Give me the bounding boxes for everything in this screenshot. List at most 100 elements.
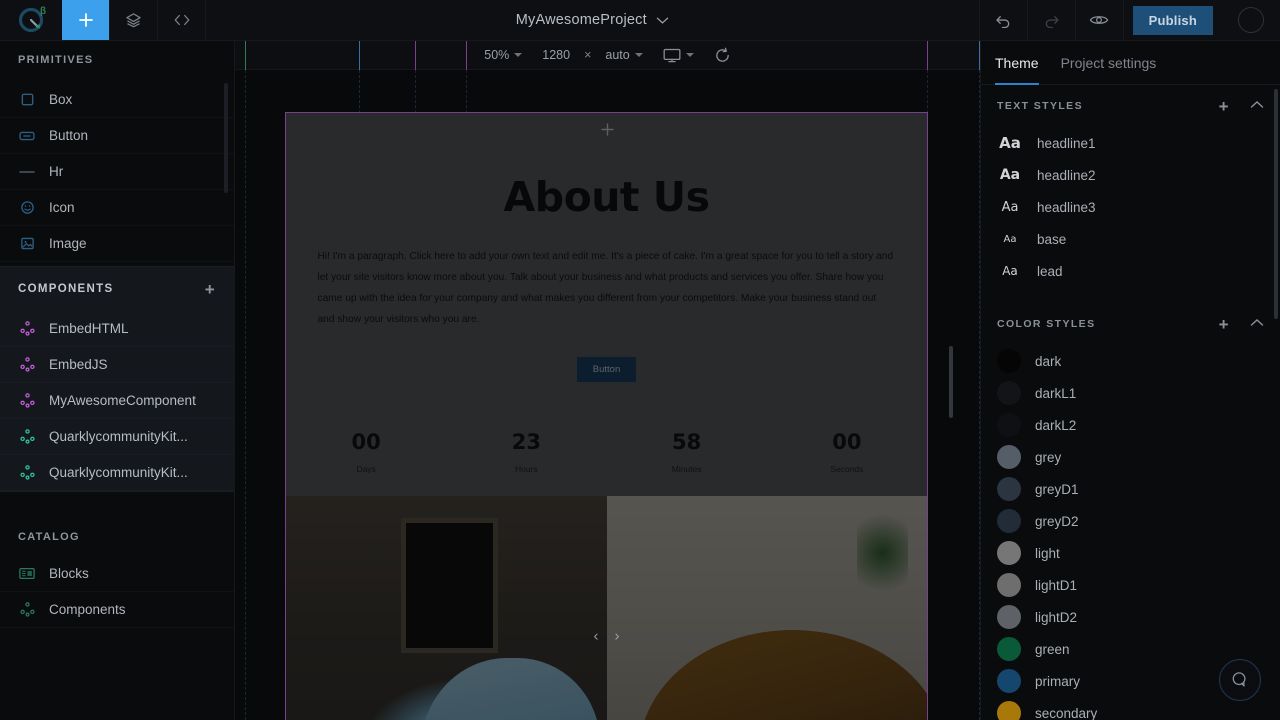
text-styles-section: TEXT STYLES + Aa headline1 Aa headline2 … xyxy=(981,85,1280,287)
sidebar-item-label: Button xyxy=(49,128,89,143)
layers-button[interactable] xyxy=(110,0,158,40)
sidebar-item-hr[interactable]: Hr xyxy=(0,154,234,190)
app-logo[interactable]: β xyxy=(0,0,62,40)
sidebar-item-box[interactable]: Box xyxy=(0,82,234,118)
add-text-style-button[interactable]: + xyxy=(1219,98,1230,115)
canvas-width-input[interactable]: 1280 xyxy=(532,48,580,62)
hero-section[interactable]: About Us Hi! I'm a paragraph. Click here… xyxy=(286,113,927,416)
color-swatch xyxy=(997,605,1021,629)
color-style-label: greyD2 xyxy=(1035,513,1079,529)
add-element-button[interactable] xyxy=(62,0,110,40)
color-style-greyd1[interactable]: greyD1 xyxy=(981,473,1280,505)
photo-blue-fiat-500[interactable] xyxy=(286,495,607,720)
left-sidebar: PRIMITIVES Box Button Hr Icon Image COMP… xyxy=(0,41,235,720)
canvas-vertical-scrollbar[interactable] xyxy=(949,346,953,418)
text-style-sample: Aa xyxy=(1002,264,1018,278)
device-select[interactable] xyxy=(653,48,704,63)
countdown-value: 00 xyxy=(351,429,381,454)
help-chat-button[interactable] xyxy=(1219,659,1261,701)
canvas-area[interactable]: 50% 1280 × auto About Us Hi! I'm a parag… xyxy=(235,41,980,720)
component-item-label: EmbedHTML xyxy=(49,321,129,336)
undo-button[interactable] xyxy=(978,0,1027,40)
color-style-greyd2[interactable]: greyD2 xyxy=(981,505,1280,537)
gallery-next-button[interactable]: › xyxy=(615,627,620,644)
tab-project-settings[interactable]: Project settings xyxy=(1061,41,1157,85)
box-icon xyxy=(18,92,36,107)
chevron-up-icon[interactable] xyxy=(1250,100,1264,112)
right-panel-tabs: Theme Project settings xyxy=(981,41,1280,85)
refresh-preview-button[interactable] xyxy=(704,47,741,64)
color-style-lightd2[interactable]: lightD2 xyxy=(981,601,1280,633)
text-style-headline3[interactable]: Aa headline3 xyxy=(981,191,1280,223)
publish-group: Publish xyxy=(1122,0,1222,40)
component-item-quarkly-kit-1[interactable]: QuarklycommunityKit... xyxy=(0,419,234,455)
text-style-label: base xyxy=(1037,231,1067,247)
quarkly-editor-window: β MyAwesomeProject Publish PRIMITIVES Bo… xyxy=(0,0,1280,720)
page-preview-frame[interactable]: About Us Hi! I'm a paragraph. Click here… xyxy=(285,112,928,720)
text-style-headline2[interactable]: Aa headline2 xyxy=(981,159,1280,191)
catalog-item-label: Components xyxy=(49,602,126,617)
catalog-item-components[interactable]: Components xyxy=(0,592,234,628)
undo-arrow-icon xyxy=(995,15,1009,28)
component-item-embedjs[interactable]: EmbedJS xyxy=(0,347,234,383)
countdown-section[interactable]: 00 Days 23 Hours 58 Minutes 00 Seconds xyxy=(286,415,927,496)
text-style-sample: Aa xyxy=(999,134,1021,152)
add-color-style-button[interactable]: + xyxy=(1219,316,1230,333)
primitives-scrollbar[interactable] xyxy=(224,83,228,193)
avatar[interactable] xyxy=(1238,7,1264,33)
color-style-light[interactable]: light xyxy=(981,537,1280,569)
color-style-label: secondary xyxy=(1035,705,1098,720)
hero-heading: About Us xyxy=(503,173,710,221)
publish-button[interactable]: Publish xyxy=(1132,5,1213,35)
zoom-level-value: 50% xyxy=(484,48,510,62)
text-style-label: headline3 xyxy=(1037,199,1096,215)
right-panel-scrollbar[interactable] xyxy=(1274,89,1278,319)
sidebar-item-image[interactable]: Image xyxy=(0,226,234,262)
text-style-headline1[interactable]: Aa headline1 xyxy=(981,127,1280,159)
color-style-lightd1[interactable]: lightD1 xyxy=(981,569,1280,601)
color-style-darkl2[interactable]: darkL2 xyxy=(981,409,1280,441)
code-view-button[interactable] xyxy=(158,0,206,40)
preview-button[interactable] xyxy=(1074,0,1123,40)
ruler-guide-purple xyxy=(415,41,416,70)
project-title-group[interactable]: MyAwesomeProject xyxy=(206,0,979,40)
color-swatch xyxy=(997,669,1021,693)
color-style-grey[interactable]: grey xyxy=(981,441,1280,473)
sidebar-item-label: Icon xyxy=(49,200,75,215)
component-item-embedhtml[interactable]: EmbedHTML xyxy=(0,311,234,347)
canvas-width-value: 1280 xyxy=(542,48,571,62)
canvas-ruler: 50% 1280 × auto xyxy=(235,41,980,70)
canvas-controls: 50% 1280 × auto xyxy=(474,47,741,64)
text-style-lead[interactable]: Aa lead xyxy=(981,255,1280,287)
add-component-button[interactable]: + xyxy=(205,281,216,298)
gallery-prev-button[interactable]: ‹ xyxy=(594,627,599,644)
canvas-height-select[interactable]: auto xyxy=(595,48,652,62)
redo-button[interactable] xyxy=(1026,0,1075,40)
hero-cta-button[interactable]: Button xyxy=(576,356,637,382)
color-style-darkl1[interactable]: darkL1 xyxy=(981,377,1280,409)
color-swatch xyxy=(997,445,1021,469)
chevron-down-icon[interactable] xyxy=(656,16,669,25)
add-section-button[interactable] xyxy=(594,115,622,143)
text-style-sample: Aa xyxy=(1003,233,1017,245)
color-swatch xyxy=(997,381,1021,405)
desktop-monitor-icon xyxy=(663,48,681,62)
image-gallery-section[interactable]: ‹ › xyxy=(286,495,927,720)
sidebar-item-icon[interactable]: Icon xyxy=(0,190,234,226)
avatar-wrap[interactable] xyxy=(1222,0,1280,40)
text-styles-title: TEXT STYLES xyxy=(997,100,1083,112)
component-item-quarkly-kit-2[interactable]: QuarklycommunityKit... xyxy=(0,455,234,491)
text-style-base[interactable]: Aa base xyxy=(981,223,1280,255)
color-style-dark[interactable]: dark xyxy=(981,345,1280,377)
chevron-up-icon[interactable] xyxy=(1250,318,1264,330)
color-style-label: primary xyxy=(1035,673,1081,689)
guide-line-dashed xyxy=(245,70,246,720)
components-header: COMPONENTS + xyxy=(0,267,234,311)
component-item-myawesomecomponent[interactable]: MyAwesomeComponent xyxy=(0,383,234,419)
tab-theme[interactable]: Theme xyxy=(995,41,1039,85)
photo-brown-vw-beetle[interactable] xyxy=(606,495,927,720)
catalog-header: CATALOG xyxy=(0,518,234,556)
sidebar-item-button[interactable]: Button xyxy=(0,118,234,154)
catalog-item-blocks[interactable]: Blocks xyxy=(0,556,234,592)
zoom-level-select[interactable]: 50% xyxy=(474,48,532,62)
